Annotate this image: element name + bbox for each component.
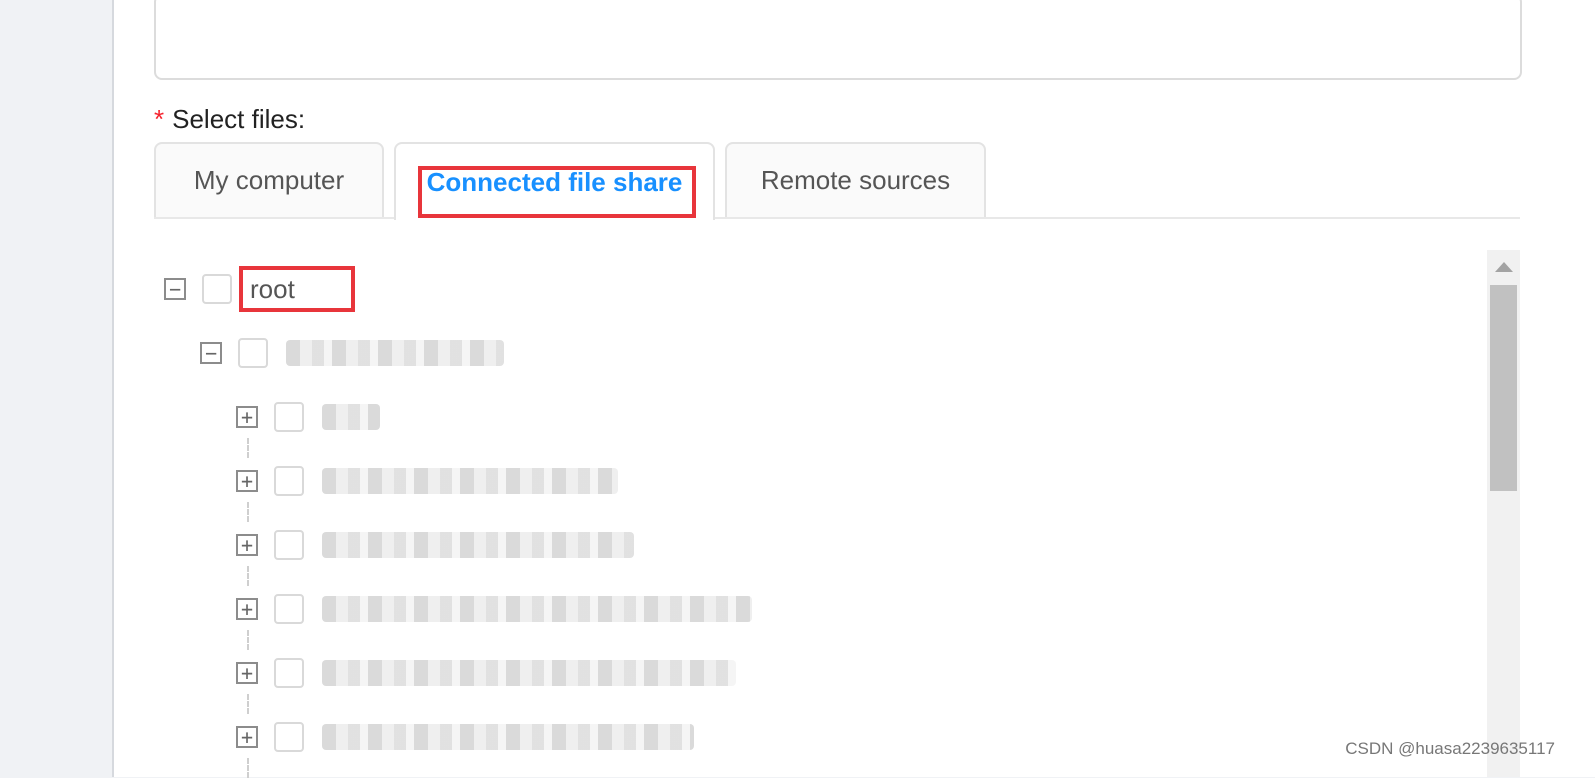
tree-checkbox[interactable] xyxy=(274,594,304,624)
tree-checkbox[interactable] xyxy=(274,722,304,752)
tree-checkbox[interactable] xyxy=(274,466,304,496)
redacted-label xyxy=(322,660,736,686)
redacted-label xyxy=(322,724,694,750)
file-source-tabs: My computer Remote sources Connected fil… xyxy=(154,142,1520,220)
tab-label: Remote sources xyxy=(760,165,951,195)
file-upload-panel: * Select files: My computer Remote source… xyxy=(112,0,1595,778)
watermark: CSDN @huasa2239635117 xyxy=(1345,739,1555,758)
redacted-label xyxy=(322,468,618,494)
tree-checkbox[interactable] xyxy=(274,402,304,432)
tree-node-child[interactable]: − xyxy=(200,334,504,372)
tree-guide-line xyxy=(247,630,249,650)
tree-checkbox[interactable] xyxy=(274,658,304,688)
tree-guide-line xyxy=(247,438,249,458)
expand-icon[interactable]: + xyxy=(236,406,258,428)
expand-icon[interactable]: + xyxy=(236,470,258,492)
tree-guide-line xyxy=(247,694,249,714)
expand-icon[interactable]: + xyxy=(236,726,258,748)
tree-guide-line xyxy=(247,566,249,586)
tree-node-item[interactable]: + xyxy=(236,398,380,436)
tree-node-item[interactable]: + xyxy=(236,590,752,628)
tabs-baseline xyxy=(154,217,1520,219)
redacted-label xyxy=(322,404,380,430)
tree-node-item[interactable]: + xyxy=(236,526,634,564)
description-textarea[interactable] xyxy=(154,0,1522,80)
tree-checkbox[interactable] xyxy=(274,530,304,560)
select-files-label: * Select files: xyxy=(154,104,305,135)
tab-label: My computer xyxy=(193,165,345,195)
tree-checkbox[interactable] xyxy=(238,338,268,368)
scroll-thumb[interactable] xyxy=(1490,285,1517,491)
tree-node-item[interactable]: + xyxy=(236,718,694,756)
redacted-label xyxy=(322,596,752,622)
redacted-label xyxy=(286,340,504,366)
select-files-text: Select files: xyxy=(172,104,306,134)
tree-node-item[interactable]: + xyxy=(236,654,736,692)
tab-label: Connected file share xyxy=(426,166,683,197)
tab-connected-file-share[interactable]: Connected file share xyxy=(394,142,715,220)
tree-node-item[interactable]: + xyxy=(236,462,618,500)
expand-icon[interactable]: + xyxy=(236,534,258,556)
tree-node-label[interactable]: root xyxy=(250,274,295,305)
tab-remote-sources[interactable]: Remote sources xyxy=(725,142,986,217)
collapse-icon[interactable]: − xyxy=(164,278,186,300)
redacted-label xyxy=(322,532,634,558)
expand-icon[interactable]: + xyxy=(236,662,258,684)
expand-icon[interactable]: + xyxy=(236,598,258,620)
collapse-icon[interactable]: − xyxy=(200,342,222,364)
required-marker: * xyxy=(154,104,165,134)
tree-guide-line xyxy=(247,758,249,778)
tree-node-root[interactable]: − root xyxy=(164,270,295,308)
tree-checkbox[interactable] xyxy=(202,274,232,304)
scroll-up-arrow-icon[interactable] xyxy=(1495,262,1513,272)
tree-guide-line xyxy=(247,502,249,522)
tab-my-computer[interactable]: My computer xyxy=(154,142,384,217)
tree-scrollbar[interactable] xyxy=(1487,250,1520,777)
file-tree: − root − + + + + + + xyxy=(154,252,1484,778)
